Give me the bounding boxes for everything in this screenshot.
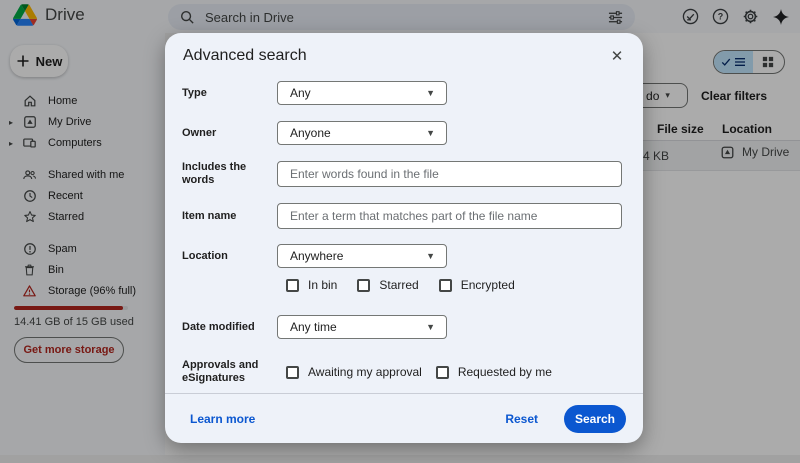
dialog-body: Type Any ▼ Owner Anyone ▼ Includes the w… (182, 77, 626, 385)
chevron-down-icon: ▼ (426, 88, 435, 98)
in-bin-option[interactable]: In bin (286, 278, 337, 292)
field-label-owner: Owner (182, 127, 277, 140)
field-label-type: Type (182, 87, 277, 100)
field-row-type: Type Any ▼ (182, 81, 626, 105)
awaiting-approval-option[interactable]: Awaiting my approval (286, 365, 422, 379)
dialog-footer: Learn more Reset Search (165, 393, 643, 443)
field-label-approvals: Approvals and eSignatures (182, 359, 277, 385)
requested-by-me-option[interactable]: Requested by me (436, 365, 552, 379)
includes-words-input[interactable] (277, 161, 622, 187)
search-button[interactable]: Search (564, 405, 626, 433)
learn-more-link[interactable]: Learn more (190, 412, 255, 426)
requested-by-me-checkbox[interactable] (436, 366, 449, 379)
chevron-down-icon: ▼ (426, 251, 435, 261)
encrypted-option[interactable]: Encrypted (439, 278, 515, 292)
field-row-approvals: Approvals and eSignatures Awaiting my ap… (182, 359, 626, 385)
in-bin-label: In bin (308, 278, 337, 292)
location-dropdown-value: Anywhere (290, 249, 343, 263)
starred-option[interactable]: Starred (357, 278, 418, 292)
field-label-location: Location (182, 250, 277, 263)
chevron-down-icon: ▼ (426, 322, 435, 332)
field-label-date-modified: Date modified (182, 321, 277, 334)
date-modified-dropdown-value: Any time (290, 320, 337, 334)
field-label-includes: Includes the words (182, 161, 277, 187)
field-row-owner: Owner Anyone ▼ (182, 121, 626, 145)
chevron-down-icon: ▼ (426, 128, 435, 138)
starred-checkbox[interactable] (357, 279, 370, 292)
awaiting-approval-checkbox[interactable] (286, 366, 299, 379)
requested-by-me-label: Requested by me (458, 365, 552, 379)
owner-dropdown-value: Anyone (290, 126, 331, 140)
location-checkbox-row: In bin Starred Encrypted (286, 278, 626, 292)
field-row-item-name: Item name (182, 203, 626, 229)
starred-label: Starred (379, 278, 418, 292)
in-bin-checkbox[interactable] (286, 279, 299, 292)
awaiting-approval-label: Awaiting my approval (308, 365, 422, 379)
owner-dropdown[interactable]: Anyone ▼ (277, 121, 447, 145)
location-dropdown[interactable]: Anywhere ▼ (277, 244, 447, 268)
dialog-title: Advanced search (183, 47, 307, 65)
drive-app: Drive Search in Drive (0, 0, 800, 463)
field-label-item-name: Item name (182, 210, 277, 223)
field-row-location: Location Anywhere ▼ (182, 244, 626, 268)
encrypted-label: Encrypted (461, 278, 515, 292)
encrypted-checkbox[interactable] (439, 279, 452, 292)
item-name-input[interactable] (277, 203, 622, 229)
type-dropdown[interactable]: Any ▼ (277, 81, 447, 105)
date-modified-dropdown[interactable]: Any time ▼ (277, 315, 447, 339)
reset-button[interactable]: Reset (505, 412, 538, 426)
advanced-search-dialog: Advanced search ✕ Type Any ▼ Owner Anyon… (165, 33, 643, 443)
field-row-includes: Includes the words (182, 161, 626, 187)
field-row-date-modified: Date modified Any time ▼ (182, 315, 626, 339)
type-dropdown-value: Any (290, 86, 311, 100)
close-icon[interactable]: ✕ (607, 46, 627, 66)
